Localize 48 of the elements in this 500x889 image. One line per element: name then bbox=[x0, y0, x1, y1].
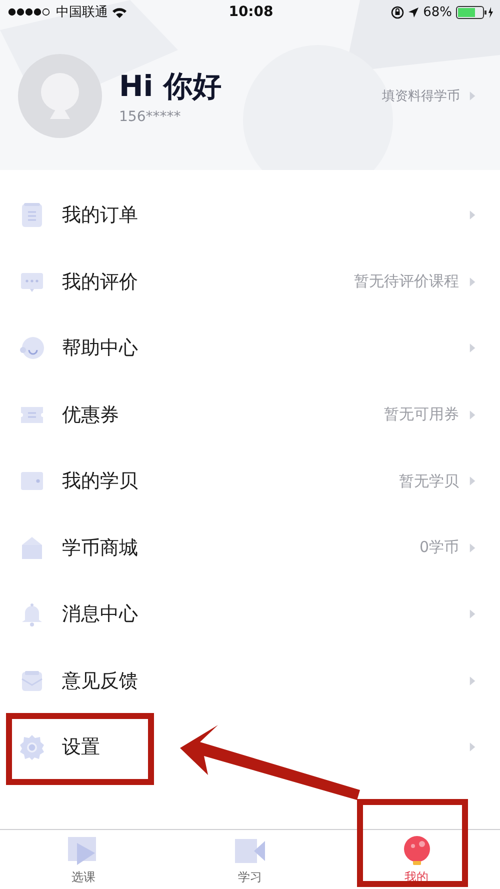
status-time: 10:08 bbox=[228, 4, 274, 20]
wifi-icon bbox=[112, 6, 127, 18]
menu-value: 暂无学贝 bbox=[399, 472, 459, 491]
bag-icon bbox=[19, 534, 45, 561]
chevron-icon bbox=[469, 608, 476, 620]
menu-label: 帮助中心 bbox=[62, 336, 139, 362]
menu-label: 我的订单 bbox=[62, 203, 139, 228]
phone-number: 156***** bbox=[119, 109, 182, 125]
menu-item[interactable]: 学币商城 0学币 bbox=[0, 514, 500, 581]
chevron-icon bbox=[469, 90, 476, 102]
menu-label: 意见反馈 bbox=[62, 668, 139, 694]
headset-icon bbox=[19, 335, 45, 362]
tab-item[interactable]: 选课 bbox=[0, 830, 167, 889]
carrier-name: 中国联通 bbox=[56, 4, 108, 21]
menu-value: 0学币 bbox=[419, 538, 459, 558]
menu-item[interactable]: 我的评价 暂无待评价课程 bbox=[0, 248, 500, 315]
gear-icon bbox=[19, 734, 45, 760]
chevron-icon bbox=[469, 276, 476, 288]
chevron-icon bbox=[469, 542, 476, 554]
menu-item[interactable]: 帮助中心 bbox=[0, 315, 500, 382]
menu-label: 设置 bbox=[62, 735, 101, 760]
menu-label: 优惠券 bbox=[62, 402, 120, 428]
chevron-icon bbox=[469, 408, 476, 421]
location-icon bbox=[408, 6, 420, 18]
menu-label: 学币商城 bbox=[62, 536, 139, 561]
battery-icon bbox=[456, 6, 494, 18]
menu-label: 消息中心 bbox=[62, 602, 139, 628]
menu-item[interactable]: 我的学贝 暂无学贝 bbox=[0, 448, 500, 514]
chevron-icon bbox=[469, 209, 476, 222]
menu-value: 暂无可用券 bbox=[384, 405, 459, 424]
document-icon bbox=[19, 202, 45, 228]
chevron-icon bbox=[469, 342, 476, 354]
chevron-icon bbox=[469, 674, 476, 687]
menu-value: 暂无待评价课程 bbox=[354, 272, 459, 292]
menu-label: 我的评价 bbox=[62, 270, 139, 295]
chevron-icon bbox=[469, 475, 476, 488]
tab-item[interactable]: 学习 bbox=[166, 830, 334, 889]
avatar-icon[interactable] bbox=[18, 54, 102, 138]
menu-label: 我的学贝 bbox=[62, 469, 139, 494]
menu-item[interactable]: 我的订单 bbox=[0, 182, 500, 248]
greeting-title: Hi 你好 bbox=[119, 68, 222, 105]
menu-item[interactable]: 意见反馈 bbox=[0, 648, 500, 714]
rotation-lock-icon bbox=[391, 6, 404, 18]
menu-item[interactable]: 消息中心 bbox=[0, 581, 500, 648]
chevron-icon bbox=[469, 741, 476, 754]
signal-icon bbox=[8, 8, 52, 16]
menu-item[interactable]: 优惠券 暂无可用券 bbox=[0, 382, 500, 448]
battery-percent: 68% bbox=[423, 4, 452, 20]
